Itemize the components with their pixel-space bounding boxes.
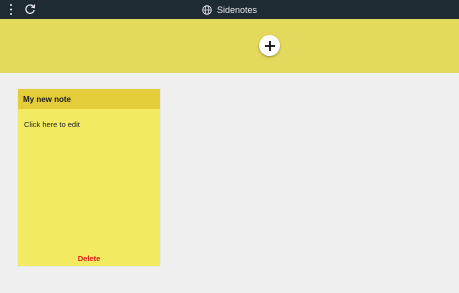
top-banner (0, 19, 459, 73)
delete-note-button[interactable]: Delete (18, 254, 160, 263)
plus-icon (264, 40, 275, 51)
globe-icon (202, 4, 212, 15)
window-title: Sidenotes (216, 4, 258, 15)
note-title[interactable]: My new note (18, 89, 160, 109)
window-title-group: Sidenotes (0, 0, 459, 19)
add-note-button[interactable] (259, 35, 280, 56)
note-card: My new note Click here to edit Delete (18, 89, 160, 266)
window-titlebar: Sidenotes (0, 0, 459, 19)
note-body[interactable]: Click here to edit (24, 120, 80, 129)
